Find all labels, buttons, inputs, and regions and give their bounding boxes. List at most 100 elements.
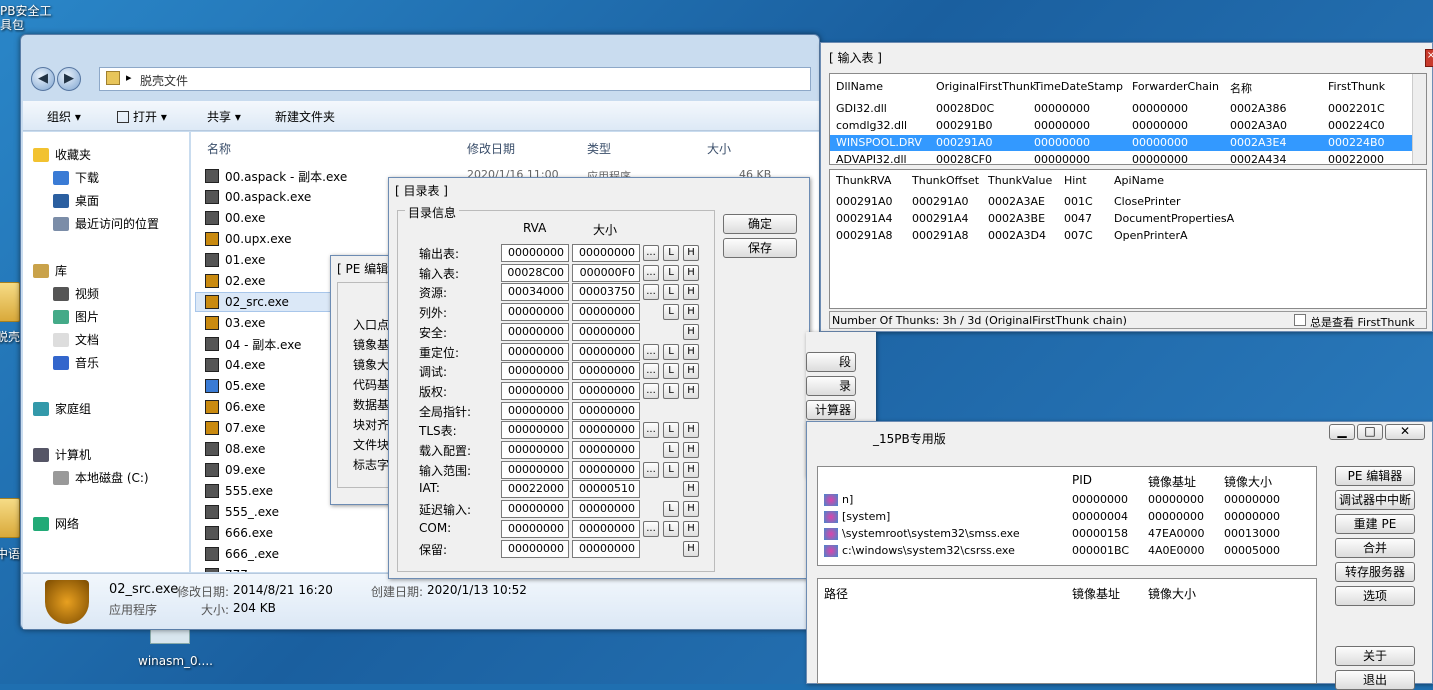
process-pid[interactable]: 00000158 — [1072, 527, 1128, 540]
back-button[interactable]: ◀ — [31, 67, 55, 91]
l-button[interactable]: L — [663, 501, 679, 518]
process-name[interactable]: \systemroot\system32\smss.exe — [842, 527, 1020, 540]
nav-item[interactable]: 图片 — [53, 308, 99, 325]
process-size[interactable]: 00005000 — [1224, 544, 1280, 557]
thunk-cell[interactable]: 0002A3D4 — [988, 229, 1046, 242]
thunk-cell[interactable]: DocumentPropertiesA — [1114, 212, 1234, 225]
desktop-icon-label[interactable]: winasm_0.... — [138, 654, 213, 668]
h-button[interactable]: H — [683, 442, 699, 458]
folder-icon[interactable] — [0, 498, 20, 538]
dll-cell[interactable]: WINSPOOL.DRV — [836, 136, 922, 149]
dll-cell[interactable]: 00000000 — [1132, 102, 1188, 115]
dll-cell[interactable]: 0002A3E4 — [1230, 136, 1286, 149]
size-field[interactable]: 00000000 — [572, 303, 640, 322]
column-name[interactable]: 名称 — [207, 140, 231, 157]
process-pid[interactable]: 000001BC — [1072, 544, 1129, 557]
dll-cell[interactable]: 0002A3A0 — [1230, 119, 1287, 132]
firstthunk-checkbox[interactable] — [1294, 314, 1306, 326]
rva-field[interactable]: 00000000 — [501, 519, 569, 538]
lordpe-button[interactable]: 选项 — [1335, 586, 1415, 606]
lordpe-button[interactable]: 退出 — [1335, 670, 1415, 690]
thunk-cell[interactable]: 000291A4 — [836, 212, 893, 225]
thunk-cell[interactable]: 000291A8 — [836, 229, 893, 242]
size-field[interactable]: 00000000 — [572, 460, 640, 479]
side-button[interactable]: 段 — [806, 352, 856, 372]
dll-cell[interactable]: 00000000 — [1132, 119, 1188, 132]
h-button[interactable]: H — [683, 264, 699, 281]
process-pid[interactable]: 00000004 — [1072, 510, 1128, 523]
open-button[interactable]: 打开 ▾ — [117, 108, 167, 125]
size-field[interactable]: 00000000 — [572, 401, 640, 420]
nav-item[interactable]: 桌面 — [53, 192, 99, 209]
size-field[interactable]: 00000000 — [572, 421, 640, 440]
dll-cell[interactable]: 00000000 — [1034, 119, 1090, 132]
dll-column-header[interactable]: ForwarderChain — [1132, 80, 1219, 93]
process-base[interactable]: 4A0E0000 — [1148, 544, 1204, 557]
size-field[interactable]: 00000000 — [572, 342, 640, 361]
size-field[interactable]: 00000000 — [572, 322, 640, 341]
nav-item[interactable]: 计算机 — [33, 446, 91, 463]
size-field[interactable]: 00000000 — [572, 519, 640, 538]
dll-cell[interactable]: 0002201C — [1328, 102, 1385, 115]
thunk-column-header[interactable]: Hint — [1064, 174, 1087, 187]
rva-field[interactable]: 00000000 — [501, 460, 569, 479]
nav-item[interactable]: 本地磁盘 (C:) — [53, 469, 149, 486]
size-field[interactable]: 00000000 — [572, 500, 640, 519]
rva-field[interactable]: 00000000 — [501, 303, 569, 322]
thunk-column-header[interactable]: ApiName — [1114, 174, 1164, 187]
thunk-cell[interactable]: 000291A4 — [912, 212, 969, 225]
browse-button[interactable]: ... — [643, 363, 659, 380]
process-base[interactable]: 00000000 — [1148, 510, 1204, 523]
l-button[interactable]: L — [663, 284, 679, 301]
l-button[interactable]: L — [663, 304, 679, 321]
browse-button[interactable]: ... — [643, 264, 659, 281]
h-button[interactable]: H — [683, 323, 699, 340]
l-button[interactable]: L — [663, 422, 679, 439]
size-field[interactable]: 00000000 — [572, 539, 640, 558]
thunk-cell[interactable]: 007C — [1064, 229, 1093, 242]
browse-button[interactable]: ... — [643, 284, 659, 301]
h-button[interactable]: H — [683, 481, 699, 498]
h-button[interactable]: H — [683, 304, 699, 321]
rva-field[interactable]: 00000000 — [501, 322, 569, 341]
nav-item[interactable]: 库 — [33, 262, 67, 279]
dll-column-header[interactable]: FirstThunk — [1328, 80, 1385, 93]
dll-cell[interactable]: 000291A0 — [936, 136, 993, 149]
dll-cell[interactable]: GDI32.dll — [836, 102, 887, 115]
thunk-column-header[interactable]: ThunkValue — [988, 174, 1052, 187]
size-field[interactable]: 00003750 — [572, 283, 640, 302]
nav-item[interactable]: 视频 — [53, 285, 99, 302]
l-button[interactable]: L — [663, 442, 679, 458]
dll-cell[interactable]: 00000000 — [1132, 153, 1188, 166]
l-button[interactable]: L — [663, 343, 679, 360]
dll-cell[interactable]: 00028D0C — [936, 102, 994, 115]
dll-cell[interactable]: 00000000 — [1132, 136, 1188, 149]
l-button[interactable]: L — [663, 245, 679, 261]
lordpe-button[interactable]: 调试器中中断 — [1335, 490, 1415, 510]
process-size[interactable]: 00013000 — [1224, 527, 1280, 540]
size-field[interactable]: 00000510 — [572, 480, 640, 499]
lordpe-button[interactable]: 关于 — [1335, 646, 1415, 666]
column-size[interactable]: 大小 — [707, 140, 731, 157]
process-pid[interactable]: 00000000 — [1072, 493, 1128, 506]
minimize-button[interactable]: ▁ — [1329, 424, 1355, 440]
dll-cell[interactable]: 0002A434 — [1230, 153, 1287, 166]
dll-cell[interactable]: comdlg32.dll — [836, 119, 907, 132]
nav-item[interactable]: 收藏夹 — [33, 146, 91, 163]
ok-button[interactable]: 确定 — [723, 214, 797, 234]
rva-field[interactable]: 00000000 — [501, 441, 569, 459]
dll-column-header[interactable]: TimeDateStamp — [1034, 80, 1123, 93]
rva-field[interactable]: 00000000 — [501, 401, 569, 420]
nav-item[interactable]: 音乐 — [53, 354, 99, 371]
h-button[interactable]: H — [683, 501, 699, 518]
dll-cell[interactable]: 00022000 — [1328, 153, 1384, 166]
dll-column-header[interactable]: 名称 — [1230, 80, 1252, 96]
rva-field[interactable]: 00022000 — [501, 480, 569, 499]
thunk-cell[interactable]: 000291A8 — [912, 229, 969, 242]
browse-button[interactable]: ... — [643, 343, 659, 360]
rva-field[interactable]: 00000000 — [501, 342, 569, 361]
side-button[interactable]: 计算器 — [806, 400, 856, 420]
dll-cell[interactable]: 000224B0 — [1328, 136, 1385, 149]
browse-button[interactable]: ... — [643, 245, 659, 261]
thunk-cell[interactable]: 0002A3AE — [988, 195, 1045, 208]
